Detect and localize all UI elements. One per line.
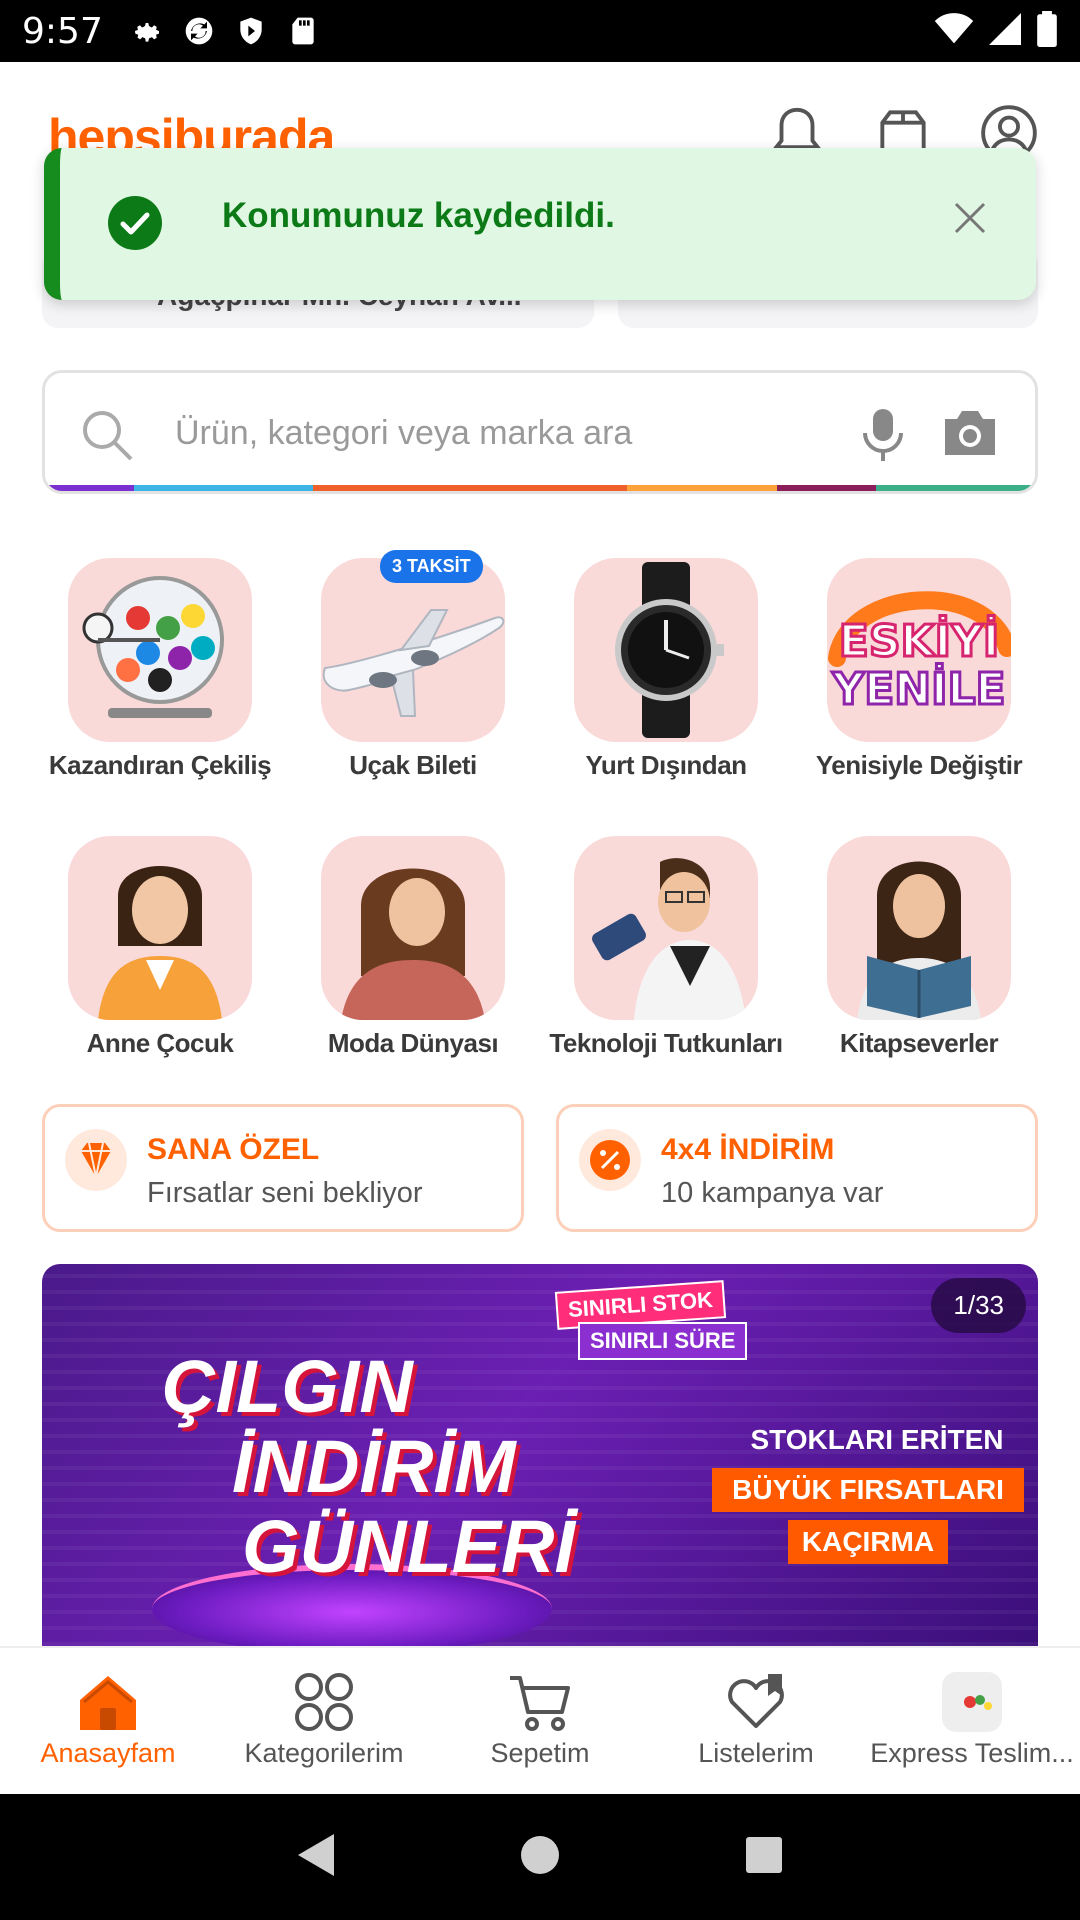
sd-card-icon: [287, 15, 319, 47]
installment-badge: 3 TAKSİT: [380, 550, 483, 583]
banner-right-text2: BÜYÜK FIRSATLARI: [712, 1468, 1024, 1512]
category-yurt-disindan[interactable]: Yurt Dışından: [541, 558, 791, 781]
close-icon[interactable]: [950, 198, 990, 238]
shield-icon: [235, 15, 267, 47]
express-icon: [940, 1670, 1004, 1734]
category-label: Teknoloji Tutkunları: [549, 1028, 783, 1058]
svg-text:YENİLE: YENİLE: [831, 662, 1005, 715]
category-kazandiran-cekilis[interactable]: Kazandıran Çekiliş: [35, 558, 285, 781]
promo-banner-carousel[interactable]: ÇILGIN İNDİRİM GÜNLERİ SINIRLI STOK SINI…: [42, 1264, 1038, 1646]
banner-tag-limited-time: SINIRLI SÜRE: [578, 1322, 748, 1360]
nav-label: Kategorilerim: [244, 1738, 404, 1768]
nav-express-teslimat[interactable]: Express Teslim...: [864, 1648, 1080, 1794]
diamond-icon: [65, 1129, 127, 1191]
back-icon[interactable]: [294, 1830, 338, 1885]
svg-text:ESKİYİ: ESKİYİ: [839, 614, 999, 667]
search-icon: [79, 407, 135, 463]
search-color-stripe: [45, 485, 1035, 491]
nav-listelerim[interactable]: Listelerim: [648, 1648, 864, 1794]
nav-label: Express Teslim...: [870, 1738, 1074, 1768]
wristwatch-icon: [574, 558, 758, 742]
nav-kategorilerim[interactable]: Kategorilerim: [216, 1648, 432, 1794]
banner-title-line1: ÇILGIN: [162, 1345, 413, 1428]
category-label: Anne Çocuk: [86, 1028, 234, 1058]
check-circle-icon: [108, 196, 162, 250]
system-navigation-bar: [0, 1794, 1080, 1920]
search-bar: [42, 370, 1038, 494]
banner-title-line3: GÜNLERİ: [242, 1505, 575, 1588]
wifi-icon: [934, 12, 974, 50]
battery-icon: [1036, 10, 1058, 52]
nav-sepetim[interactable]: Sepetim: [432, 1648, 648, 1794]
promo-title: SANA ÖZEL: [147, 1133, 320, 1166]
lottery-icon: [68, 558, 252, 742]
cell-signal-icon: [988, 12, 1022, 50]
search-input[interactable]: [175, 403, 855, 463]
promo-4x4-indirim[interactable]: 4x4 İNDİRİM 10 kampanya var: [556, 1104, 1038, 1232]
percent-icon: [579, 1129, 641, 1191]
promo-title: 4x4 İNDİRİM: [661, 1133, 835, 1166]
category-teknoloji-tutkunlari[interactable]: Teknoloji Tutkunları: [541, 836, 791, 1059]
promo-subtitle: Fırsatlar seni bekliyor: [147, 1177, 423, 1209]
sync-icon: [183, 15, 215, 47]
categories-icon: [292, 1670, 356, 1734]
nav-label: Sepetim: [490, 1738, 590, 1768]
fashion-model-image: [321, 836, 505, 1020]
bottom-navigation: Anasayfam Kategorilerim Sepetim Listeler…: [0, 1646, 1080, 1794]
category-kitapseverler[interactable]: Kitapseverler: [794, 836, 1044, 1059]
settings-icon: [131, 15, 163, 47]
banner-right-text1: STOKLARI ERİTEN: [750, 1424, 1004, 1455]
category-label: Kazandıran Çekiliş: [48, 750, 272, 780]
home-icon: [76, 1670, 140, 1734]
banner-title-line2: İNDİRİM: [232, 1425, 516, 1508]
nav-label: Listelerim: [698, 1738, 814, 1768]
recents-square-icon[interactable]: [742, 1833, 786, 1882]
category-label: Yurt Dışından: [585, 750, 747, 780]
woman-reading-image: [827, 836, 1011, 1020]
promo-subtitle: 10 kampanya var: [661, 1177, 884, 1209]
category-anne-cocuk[interactable]: Anne Çocuk: [35, 836, 285, 1059]
toast-message: Konumunuz kaydedildi.: [222, 196, 615, 235]
category-moda-dunyasi[interactable]: Moda Dünyası: [288, 836, 538, 1059]
cart-icon: [508, 1670, 572, 1734]
category-label: Moda Dünyası: [327, 1028, 499, 1058]
banner-page-counter: 1/33: [931, 1278, 1026, 1333]
camera-icon[interactable]: [941, 407, 999, 459]
nav-anasayfam[interactable]: Anasayfam: [0, 1648, 216, 1794]
gamer-man-image: [574, 836, 758, 1020]
status-time: 9:57: [22, 10, 103, 52]
promo-sana-ozel[interactable]: SANA ÖZEL Fırsatlar seni bekliyor: [42, 1104, 524, 1232]
home-circle-icon[interactable]: [518, 1833, 562, 1882]
category-label: Kitapseverler: [839, 1028, 999, 1058]
microphone-icon[interactable]: [861, 407, 905, 463]
status-bar: 9:57: [0, 0, 1080, 62]
success-toast: Konumunuz kaydedildi.: [44, 148, 1036, 300]
eskiyi-yenile-logo: ESKİYİ YENİLE: [827, 558, 1011, 742]
heart-list-icon: [724, 1670, 788, 1734]
category-yenisiyle-degistir[interactable]: ESKİYİ YENİLE Yenisiyle Değiştir: [794, 558, 1044, 781]
category-ucak-bileti[interactable]: 3 TAKSİT Uçak Bileti: [288, 550, 538, 781]
category-label: Uçak Bileti: [349, 750, 477, 780]
airplane-icon: [321, 558, 505, 742]
banner-right-text3: KAÇIRMA: [788, 1520, 948, 1564]
nav-label: Anasayfam: [40, 1738, 176, 1768]
category-label: Yenisiyle Değiştir: [815, 750, 1023, 780]
woman-portrait-image: [68, 836, 252, 1020]
